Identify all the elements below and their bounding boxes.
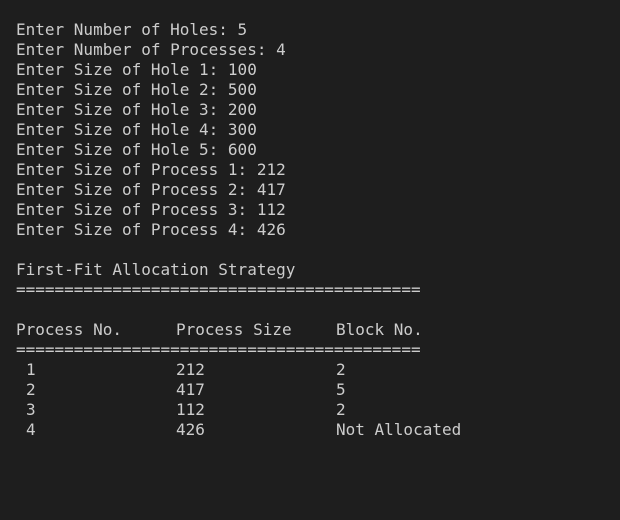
prompt-line: Enter Number of Holes: 5: [16, 20, 248, 39]
prompt-line: Enter Size of Process 4: 426: [16, 220, 286, 239]
table-row: 3 112 2: [16, 400, 620, 420]
cell-block-no: 5: [336, 380, 346, 399]
separator-line: ========================================…: [16, 340, 421, 359]
prompt-line: Enter Number of Processes: 4: [16, 40, 286, 59]
prompt-line: Enter Size of Process 1: 212: [16, 160, 286, 179]
cell-process-no: 1: [26, 360, 36, 379]
table-row: 4 426 Not Allocated: [16, 420, 620, 440]
cell-process-size: 212: [176, 360, 205, 379]
terminal-output: Enter Number of Holes: 5 Enter Number of…: [0, 0, 620, 456]
cell-block-no: Not Allocated: [336, 420, 462, 439]
cell-process-size: 112: [176, 400, 205, 419]
cell-process-size: 417: [176, 380, 205, 399]
strategy-title: First-Fit Allocation Strategy: [16, 260, 296, 279]
prompt-line: Enter Size of Hole 1: 100: [16, 60, 257, 79]
prompt-line: Enter Size of Hole 3: 200: [16, 100, 257, 119]
cell-block-no: 2: [336, 360, 346, 379]
prompt-line: Enter Size of Hole 5: 600: [16, 140, 257, 159]
table-header-row: Process No. Process Size Block No.: [16, 320, 620, 340]
cell-process-size: 426: [176, 420, 205, 439]
separator-line: ========================================…: [16, 280, 421, 299]
header-block-no: Block No.: [336, 320, 423, 339]
table-row: 2 417 5: [16, 380, 620, 400]
cell-block-no: 2: [336, 400, 346, 419]
header-process-size: Process Size: [176, 320, 292, 339]
cell-process-no: 2: [26, 380, 36, 399]
prompt-line: Enter Size of Process 2: 417: [16, 180, 286, 199]
cell-process-no: 3: [26, 400, 36, 419]
prompt-line: Enter Size of Hole 2: 500: [16, 80, 257, 99]
prompt-line: Enter Size of Hole 4: 300: [16, 120, 257, 139]
header-process-no: Process No.: [16, 320, 122, 339]
table-row: 1 212 2: [16, 360, 620, 380]
prompt-line: Enter Size of Process 3: 112: [16, 200, 286, 219]
cell-process-no: 4: [26, 420, 36, 439]
